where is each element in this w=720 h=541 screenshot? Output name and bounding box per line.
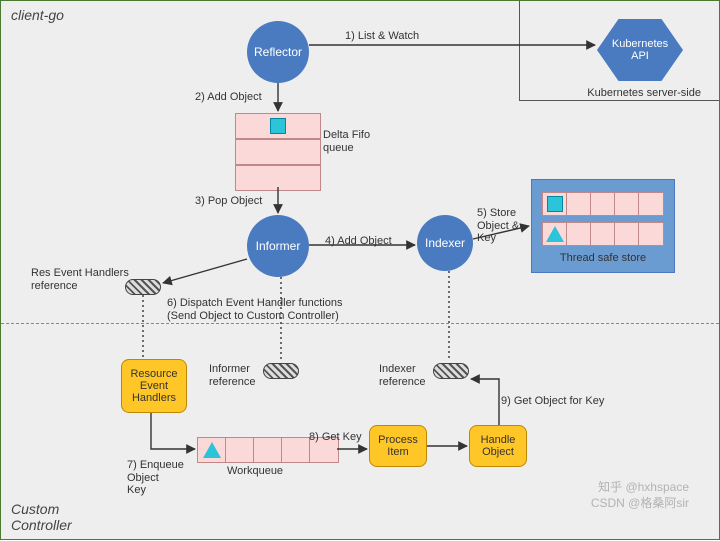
section-custom-controller: Custom Controller [11,501,72,533]
res-evt-ref-label: Res Event Handlers reference [31,267,129,292]
node-process-item: Process Item [369,425,427,467]
informer-ref-label: Informer reference [209,363,255,388]
edge-8-label: 8) Get Key [309,431,362,444]
square-icon [547,196,563,212]
hatch-res-evt-ref [125,279,161,295]
node-handle-object: Handle Object [469,425,527,467]
diagram-canvas: client-go Custom Controller Kubernetes s… [0,0,720,540]
hatch-informer-ref [263,363,299,379]
watermark-csdn: CSDN @格桑阿sir [591,494,689,511]
edge-7-label: 7) Enqueue Object Key [127,459,184,497]
edge-3-label: 3) Pop Object [195,195,262,208]
node-informer: Informer [247,215,309,277]
workqueue-label: Workqueue [227,465,283,478]
hatch-indexer-ref [433,363,469,379]
indexer-ref-label: Indexer reference [379,363,425,388]
edge-6-label: 6) Dispatch Event Handler functions (Sen… [167,297,342,322]
edge-1-label: 1) List & Watch [345,30,419,43]
section-divider [1,323,719,324]
edge-9-label: 9) Get Object for Key [501,395,604,408]
delta-fifo-label: Delta Fifo queue [323,129,370,154]
node-reflector: Reflector [247,21,309,83]
triangle-icon [203,442,221,458]
edge-2-label: 2) Add Object [195,91,262,104]
square-icon [270,118,286,134]
thread-safe-store: Thread safe store [531,179,675,273]
section-client-go: client-go [11,7,64,23]
edge-4-label: 4) Add Object [325,235,392,248]
node-resource-event-handlers: Resource Event Handlers [121,359,187,413]
watermark-zhihu: 知乎 @hxhspace [598,478,689,495]
delta-fifo-queue [235,113,321,191]
server-side-label: Kubernetes server-side [587,87,701,99]
edge-5-label: 5) Store Object & Key [477,207,519,245]
triangle-icon [546,226,564,242]
node-indexer: Indexer [417,215,473,271]
store-label: Thread safe store [542,252,664,264]
